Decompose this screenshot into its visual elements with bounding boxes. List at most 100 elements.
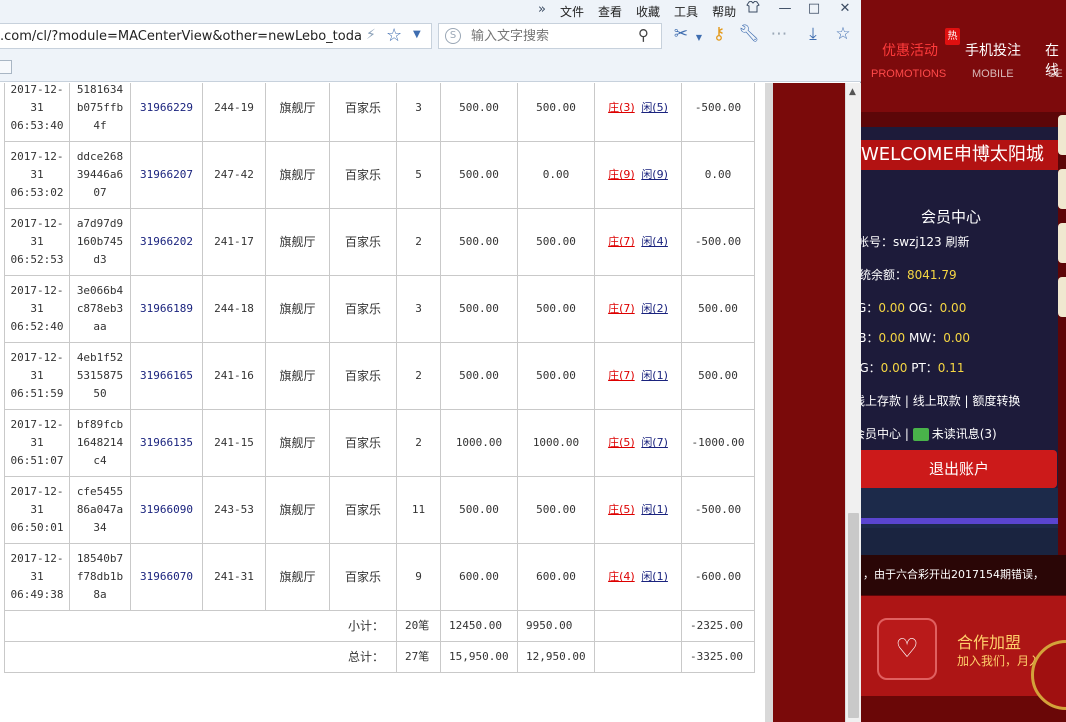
player-result-link[interactable]: 闲(9)	[641, 168, 668, 181]
bet-id-part: 8a	[93, 588, 107, 601]
side-tab[interactable]	[1058, 169, 1066, 209]
bridge-lights	[861, 518, 1058, 524]
announcement-ticker[interactable]: ，由于六合彩开出2017154期错误，	[861, 555, 1066, 595]
player-result-link[interactable]: 闲(5)	[641, 101, 668, 114]
banker-result-link[interactable]: 庄(9)	[608, 168, 635, 181]
close-button[interactable]: ✕	[836, 1, 854, 16]
wrench-icon[interactable]: 🔧︎	[738, 24, 760, 44]
win-loss: -500.00	[681, 208, 755, 276]
valid-bet-amount: 500.00	[517, 275, 595, 343]
bet-date: 2017-12-	[10, 552, 64, 565]
player-result-link[interactable]: 闲(1)	[641, 570, 668, 583]
menu-file[interactable]: 文件	[560, 3, 584, 20]
bet-date: 2017-12-	[10, 150, 64, 163]
bet-clock: 06:52:53	[10, 253, 64, 266]
subtotal-bet: 12450.00	[440, 610, 518, 642]
logout-button[interactable]: 退出账户	[861, 450, 1057, 488]
valid-bet-amount: 500.00	[517, 208, 595, 276]
nav-mobile-en[interactable]: MOBILE	[972, 68, 1014, 80]
game-result: 庄(5) 闲(1)	[594, 476, 682, 544]
nav-promotions-zh[interactable]: 优惠活动	[882, 40, 938, 60]
bet-id-part: 39446a6	[76, 168, 124, 181]
player-result-link[interactable]: 闲(1)	[641, 369, 668, 382]
scroll-up-icon[interactable]: ▲	[849, 87, 856, 97]
banker-result-link[interactable]: 庄(7)	[608, 235, 635, 248]
subtotal-empty	[594, 610, 682, 642]
search-engine-icon[interactable]: S	[445, 28, 461, 44]
banker-result-link[interactable]: 庄(5)	[608, 436, 635, 449]
win-loss: 500.00	[681, 275, 755, 343]
more-icon[interactable]: ⋯	[768, 24, 790, 44]
address-bar[interactable]: .com/cl/?module=MACenterView&other=newLe…	[0, 23, 432, 49]
hall-name: 旗舰厅	[265, 409, 330, 477]
bet-id-part: 86a047a	[76, 503, 124, 516]
funds-links: 线上存款 | 线上取款 | 额度转换	[861, 392, 1020, 409]
menu-tools[interactable]: 工具	[674, 3, 698, 20]
search-icon[interactable]: ⚲	[638, 26, 649, 44]
bet-clock: 06:49:38	[10, 588, 64, 601]
hall-name: 旗舰厅	[265, 208, 330, 276]
bolt-icon[interactable]: ⚡	[366, 27, 376, 43]
download-icon[interactable]: ⤓	[802, 24, 824, 44]
search-box[interactable]: S ⚲	[438, 23, 662, 49]
nav-mobile-zh[interactable]: 手机投注	[965, 40, 1021, 60]
minimize-button[interactable]: —	[776, 1, 794, 16]
side-tab[interactable]	[1058, 115, 1066, 155]
side-tabs	[1058, 115, 1066, 375]
banker-result-link[interactable]: 庄(5)	[608, 503, 635, 516]
scrollbar-thumb[interactable]	[848, 513, 859, 718]
shirt-icon[interactable]	[744, 0, 762, 17]
bet-count: 3	[396, 275, 441, 343]
game-name: 百家乐	[329, 208, 397, 276]
banker-result-link[interactable]: 庄(3)	[608, 101, 635, 114]
menu-view[interactable]: 查看	[598, 3, 622, 20]
search-input[interactable]	[471, 27, 631, 45]
menu-overflow-icon[interactable]: »	[538, 2, 546, 17]
unread-messages-link[interactable]: 未读讯息(3)	[932, 427, 997, 441]
maximize-button[interactable]: □	[805, 1, 823, 16]
wallet-value: 0.11	[937, 361, 965, 375]
star-icon[interactable]: ☆	[386, 25, 402, 46]
bet-date: 2017-12-	[10, 83, 64, 96]
player-result-link[interactable]: 闲(7)	[641, 436, 668, 449]
scissors-dropdown-icon[interactable]: ▼	[688, 33, 710, 42]
nav-promotions-en[interactable]: PROMOTIONS	[871, 68, 946, 80]
menu-favorites[interactable]: 收藏	[636, 3, 660, 20]
banker-result-link[interactable]: 庄(4)	[608, 570, 635, 583]
member-center-link[interactable]: 会员中心	[861, 427, 901, 441]
account-value: swzj123	[893, 235, 942, 249]
side-tab[interactable]	[1058, 223, 1066, 263]
bet-id-part: 50	[93, 387, 107, 400]
vertical-scrollbar[interactable]: ▲	[845, 83, 861, 722]
refresh-link[interactable]: 刷新	[945, 235, 969, 249]
bet-id-part: a7d97d9	[76, 217, 124, 230]
table-number: 241-31	[202, 543, 266, 611]
bet-id-cell: 5181634 b075ffb 4f	[69, 83, 131, 142]
transfer-link[interactable]: 额度转换	[972, 394, 1020, 408]
bet-id-part: cfe5455	[76, 485, 124, 498]
player-result-link[interactable]: 闲(2)	[641, 302, 668, 315]
key-icon[interactable]: ⚷	[708, 24, 730, 44]
player-result-link[interactable]: 闲(1)	[641, 503, 668, 516]
total-win: -3325.00	[681, 641, 755, 673]
banker-result-link[interactable]: 庄(7)	[608, 369, 635, 382]
menu-bar: » 文件 查看 收藏 工具 帮助 — □ ✕	[0, 0, 861, 22]
side-tab[interactable]	[1058, 277, 1066, 317]
bet-day: 31	[30, 436, 44, 449]
bet-id-cell: 3e066b4 c878eb3 aa	[69, 275, 131, 343]
wallet-value: 0.00	[880, 361, 908, 375]
valid-bet-amount: 500.00	[517, 342, 595, 410]
tab-handle[interactable]	[0, 60, 12, 74]
table-number: 241-16	[202, 342, 266, 410]
menu-help[interactable]: 帮助	[712, 3, 736, 20]
player-result-link[interactable]: 闲(4)	[641, 235, 668, 248]
banker-result-link[interactable]: 庄(7)	[608, 302, 635, 315]
withdraw-link[interactable]: 线上取款	[913, 394, 961, 408]
address-url[interactable]: .com/cl/?module=MACenterView&other=newLe…	[0, 29, 362, 44]
deposit-link[interactable]: 线上存款	[861, 394, 901, 408]
nav-online-en[interactable]: SE	[1048, 68, 1063, 80]
dropdown-icon[interactable]: ▼	[413, 29, 421, 40]
favorites-star-icon[interactable]: ☆	[832, 24, 854, 44]
hall-name: 旗舰厅	[265, 83, 330, 142]
subtotal-row: 小计： 20笔 12450.00 9950.00 -2325.00	[4, 610, 755, 642]
